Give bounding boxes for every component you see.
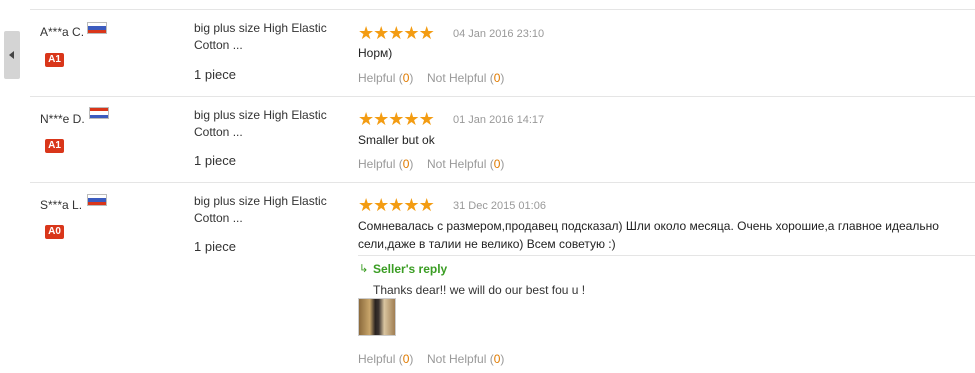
not-helpful-count: 0 bbox=[493, 71, 501, 85]
star-icon: ★ bbox=[403, 23, 419, 43]
quantity: 1 piece bbox=[194, 239, 236, 254]
review-item: N***e D. A1 big plus size High Elastic C… bbox=[30, 96, 975, 182]
star-icon: ★ bbox=[388, 195, 404, 215]
helpful-count: 0 bbox=[402, 71, 410, 85]
star-icon: ★ bbox=[403, 109, 419, 129]
star-rating: ★ ★ ★ ★ ★ bbox=[358, 195, 435, 215]
review-comment: Сомневалась с размером,продавец подсказа… bbox=[358, 219, 939, 251]
review-comment: Smaller but ok bbox=[358, 133, 435, 147]
product-title[interactable]: big plus size High Elastic Cotton ... bbox=[194, 107, 344, 141]
star-icon: ★ bbox=[358, 195, 374, 215]
quantity: 1 piece bbox=[194, 153, 236, 168]
reply-divider bbox=[358, 255, 975, 256]
product-title[interactable]: big plus size High Elastic Cotton ... bbox=[194, 20, 344, 54]
helpful-label: Helpful bbox=[358, 157, 396, 171]
review-comment: Норм) bbox=[358, 46, 393, 60]
reply-arrow-icon: ↳ bbox=[359, 263, 369, 275]
not-helpful-label: Not Helpful bbox=[427, 352, 487, 366]
star-icon: ★ bbox=[403, 195, 419, 215]
review-photo-thumbnail[interactable] bbox=[358, 298, 396, 336]
star-rating: ★ ★ ★ ★ ★ bbox=[358, 23, 435, 43]
not-helpful-label: Not Helpful bbox=[427, 71, 487, 85]
star-icon: ★ bbox=[418, 109, 435, 129]
not-helpful-button[interactable]: Not Helpful (0) bbox=[427, 157, 504, 171]
star-icon: ★ bbox=[418, 23, 435, 43]
helpful-label: Helpful bbox=[358, 71, 396, 85]
seller-reply-text: Thanks dear!! we will do our best fou u … bbox=[373, 283, 586, 297]
review-date: 04 Jan 2016 23:10 bbox=[453, 28, 545, 40]
sidebar-collapse-tab[interactable] bbox=[4, 31, 20, 79]
not-helpful-button[interactable]: Not Helpful (0) bbox=[427, 352, 504, 366]
review-date: 01 Jan 2016 14:17 bbox=[453, 114, 545, 126]
buyer-name: A***a C. bbox=[40, 25, 85, 39]
buyer-name: S***a L. bbox=[40, 198, 83, 212]
helpful-button[interactable]: Helpful (0) bbox=[358, 71, 413, 85]
review-date: 31 Dec 2015 01:06 bbox=[453, 200, 546, 212]
reviews-list: A***a C. A1 big plus size High Elastic C… bbox=[30, 9, 975, 373]
buyer-level-badge: A0 bbox=[45, 225, 64, 239]
helpful-count: 0 bbox=[402, 157, 410, 171]
star-icon: ★ bbox=[388, 23, 404, 43]
star-icon: ★ bbox=[373, 195, 389, 215]
buyer-name: N***e D. bbox=[40, 112, 85, 126]
russia-flag-icon bbox=[87, 22, 107, 34]
star-icon: ★ bbox=[388, 109, 404, 129]
russia-flag-icon bbox=[87, 194, 107, 206]
star-icon: ★ bbox=[358, 109, 374, 129]
chevron-left-icon bbox=[9, 51, 14, 59]
review-item: S***a L. A0 big plus size High Elastic C… bbox=[30, 182, 975, 373]
review-item: A***a C. A1 big plus size High Elastic C… bbox=[30, 9, 975, 96]
product-title[interactable]: big plus size High Elastic Cotton ... bbox=[194, 193, 344, 227]
star-icon: ★ bbox=[418, 195, 435, 215]
not-helpful-button[interactable]: Not Helpful (0) bbox=[427, 71, 504, 85]
netherlands-flag-icon bbox=[89, 107, 109, 119]
not-helpful-count: 0 bbox=[493, 157, 501, 171]
helpful-button[interactable]: Helpful (0) bbox=[358, 352, 413, 366]
seller-reply-label: Seller's reply bbox=[373, 262, 448, 276]
star-icon: ★ bbox=[373, 109, 389, 129]
not-helpful-count: 0 bbox=[493, 352, 501, 366]
star-icon: ★ bbox=[358, 23, 374, 43]
not-helpful-label: Not Helpful bbox=[427, 157, 487, 171]
helpful-button[interactable]: Helpful (0) bbox=[358, 157, 413, 171]
quantity: 1 piece bbox=[194, 67, 236, 82]
star-icon: ★ bbox=[373, 23, 389, 43]
buyer-level-badge: A1 bbox=[45, 139, 64, 153]
helpful-label: Helpful bbox=[358, 352, 396, 366]
star-rating: ★ ★ ★ ★ ★ bbox=[358, 109, 435, 129]
buyer-level-badge: A1 bbox=[45, 53, 64, 67]
helpful-count: 0 bbox=[402, 352, 410, 366]
